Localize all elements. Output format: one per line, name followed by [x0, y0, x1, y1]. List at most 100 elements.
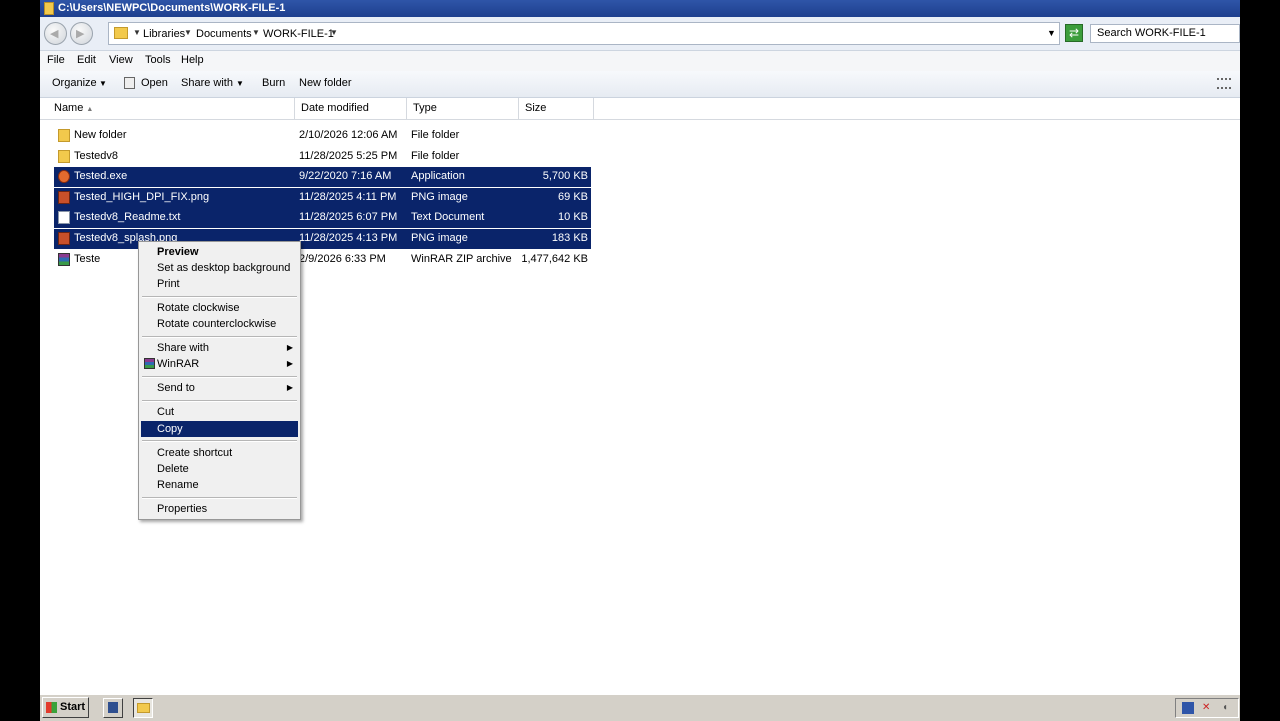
folder-icon [44, 2, 54, 15]
file-name: New folder [74, 129, 127, 141]
file-row[interactable]: Tested_HIGH_DPI_FIX.png 11/28/2025 4:11 P… [54, 187, 591, 208]
submenu-arrow-icon: ▶ [286, 343, 293, 352]
file-size: 69 KB [558, 190, 588, 203]
chevron-down-icon[interactable]: ▼ [330, 28, 338, 37]
breadcrumb[interactable]: ▼ Libraries ▼ Documents ▼ WORK-FILE-1 ▼ [108, 22, 1060, 45]
folder-icon [58, 129, 70, 142]
search-placeholder: Search WORK-FILE-1 [1097, 27, 1206, 39]
menu-item-delete[interactable]: Delete [141, 461, 298, 477]
folder-icon [114, 27, 128, 39]
windows-logo-icon [46, 702, 57, 713]
network-icon[interactable] [1182, 702, 1194, 714]
file-type: Text Document [411, 211, 485, 224]
file-row[interactable]: Testedv8_splash.png 11/28/2025 4:13 PM PNG… [54, 229, 591, 249]
menu-item-send-to[interactable]: Send to ▶ [141, 380, 298, 396]
winrar-archive-icon [58, 252, 70, 266]
menu-item-properties[interactable]: Properties [141, 501, 298, 517]
menu-separator [142, 296, 297, 298]
explorer-window: C:\Users\NEWPC\Documents\WORK-FILE-1 ◀ ▶… [40, 0, 1240, 721]
file-date-modified: 9/22/2020 7:16 AM [299, 170, 392, 183]
file-size: 5,700 KB [542, 170, 588, 183]
breadcrumb-libraries[interactable]: Libraries [143, 28, 185, 40]
file-type: PNG image [411, 232, 468, 244]
menu-item-print[interactable]: Print [141, 276, 298, 292]
chevron-down-icon[interactable]: ▼ [252, 28, 260, 37]
file-date-modified: 11/28/2025 6:07 PM [299, 211, 398, 224]
network-disconnected-icon[interactable]: ✕ [1202, 702, 1214, 714]
new-folder-button[interactable]: New folder [299, 77, 352, 89]
menu-item-share-with[interactable]: Share with ▶ [141, 340, 298, 356]
menu-item-preview[interactable]: Preview [141, 244, 298, 260]
menu-separator [142, 497, 297, 499]
menu-item-rename[interactable]: Rename [141, 477, 298, 493]
start-button[interactable]: Start [42, 697, 89, 718]
back-button[interactable]: ◀ [44, 22, 67, 45]
column-name-label: Name [54, 102, 84, 114]
refresh-button[interactable]: ⇄ [1065, 24, 1083, 42]
menu-separator [142, 440, 297, 442]
menu-item-set-desktop-background[interactable]: Set as desktop background [141, 260, 298, 276]
winrar-icon [144, 358, 155, 369]
file-date-modified: 11/28/2025 4:13 PM [299, 232, 398, 244]
file-name: Testedv8_Readme.txt [74, 211, 181, 224]
menu-item-label: WinRAR [157, 358, 200, 370]
share-with-button[interactable]: Share with [181, 77, 233, 89]
column-name[interactable]: Name ▲ [48, 98, 295, 119]
file-name: Tested.exe [74, 170, 128, 183]
chevron-down-icon[interactable]: ▼ [236, 79, 244, 88]
folder-icon [58, 149, 70, 163]
save-disk-icon [108, 702, 118, 713]
file-date-modified: 11/28/2025 5:25 PM [299, 149, 398, 162]
menu-edit[interactable]: Edit [77, 54, 96, 66]
png-image-icon [58, 232, 70, 245]
column-date-modified[interactable]: Date modified [295, 98, 407, 119]
address-history-dropdown[interactable]: ▼ [1047, 28, 1056, 38]
chevron-down-icon[interactable]: ▼ [99, 79, 107, 88]
chevron-down-icon[interactable]: ▼ [133, 28, 141, 37]
file-size: 183 KB [551, 232, 588, 244]
menu-file[interactable]: File [47, 54, 65, 66]
menu-item-label: Send to [157, 382, 195, 394]
menu-view[interactable]: View [109, 54, 133, 66]
search-input[interactable]: Search WORK-FILE-1 [1090, 24, 1240, 43]
refresh-icon: ⇄ [1068, 26, 1080, 40]
open-icon [124, 77, 135, 89]
menu-help[interactable]: Help [181, 54, 204, 66]
file-row[interactable]: New folder 2/10/2026 12:06 AM File folder [54, 126, 591, 146]
file-name: Testedv8 [74, 149, 119, 162]
organize-button[interactable]: Organize [52, 77, 97, 89]
column-type[interactable]: Type [407, 98, 519, 119]
menu-item-copy[interactable]: Copy [141, 421, 298, 437]
menu-item-winrar[interactable]: WinRAR ▶ [141, 356, 298, 372]
file-row[interactable]: Testedv8_Readme.txt 11/28/2025 6:07 PM Tex… [54, 208, 591, 229]
file-type: WinRAR ZIP archive [411, 252, 512, 265]
title-bar[interactable]: C:\Users\NEWPC\Documents\WORK-FILE-1 [40, 0, 1240, 17]
file-date-modified: 2/9/2026 6:33 PM [299, 252, 386, 265]
forward-button[interactable]: ▶ [70, 22, 93, 45]
volume-icon[interactable]: ◖ [1222, 702, 1234, 714]
file-row[interactable]: Testedv8 11/28/2025 5:25 PM File folder [54, 147, 591, 167]
file-row[interactable]: Tested.exe 9/22/2020 7:16 AM Application 5,… [54, 167, 591, 188]
menu-separator [142, 376, 297, 378]
breadcrumb-documents[interactable]: Documents [196, 28, 252, 40]
menu-tools[interactable]: Tools [145, 54, 171, 66]
menu-item-create-shortcut[interactable]: Create shortcut [141, 445, 298, 461]
taskbar-explorer-button[interactable] [133, 698, 153, 718]
submenu-arrow-icon: ▶ [286, 383, 293, 392]
menu-item-cut[interactable]: Cut [141, 404, 298, 420]
view-options-icon[interactable] [1217, 78, 1231, 89]
column-headers: Name ▲ Date modified Type Size [40, 98, 1240, 120]
breadcrumb-work-file-1[interactable]: WORK-FILE-1 [263, 28, 334, 40]
file-size: 10 KB [558, 211, 588, 224]
chevron-down-icon[interactable]: ▼ [184, 28, 192, 37]
menu-item-rotate-counterclockwise[interactable]: Rotate counterclockwise [141, 316, 298, 332]
application-icon [58, 170, 70, 184]
context-menu: Preview Set as desktop background Print … [138, 241, 301, 520]
column-size[interactable]: Size [519, 98, 594, 119]
taskbar-app-button[interactable] [103, 698, 123, 718]
taskbar: Start ✕ ◖ [40, 694, 1240, 721]
burn-button[interactable]: Burn [262, 77, 285, 89]
open-button[interactable]: Open [141, 77, 168, 89]
menu-item-rotate-clockwise[interactable]: Rotate clockwise [141, 300, 298, 316]
file-row[interactable]: Teste 2/9/2026 6:33 PM WinRAR ZIP archive 1… [54, 250, 591, 270]
